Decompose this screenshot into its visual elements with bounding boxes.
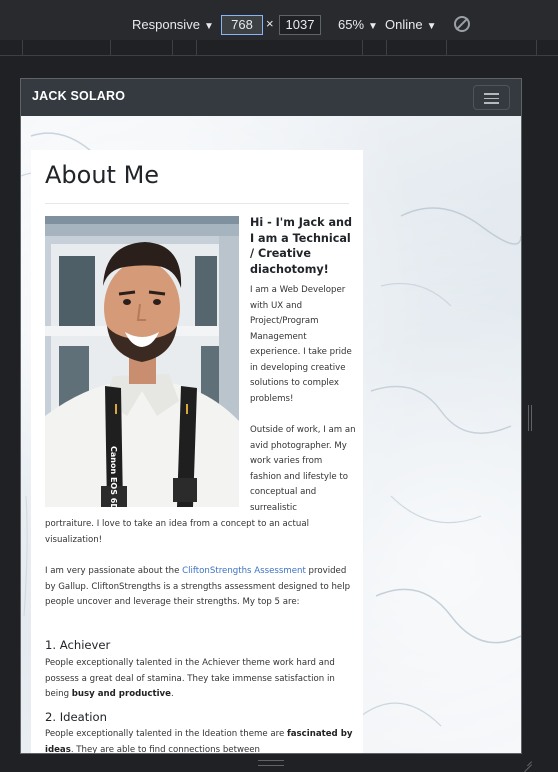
outside-work-paragraph: Outside of work, I am an avid photograph… — [250, 425, 356, 513]
rotate-icon[interactable] — [454, 16, 470, 32]
portrait-illustration: Canon EOS 6D — [45, 216, 239, 507]
device-select[interactable]: Responsive ▼ — [132, 15, 214, 37]
achiever-bold: busy and productive — [71, 689, 171, 699]
device-viewport: JACK SOLARO About Me Canon EOS 6D Hi - I… — [20, 78, 522, 754]
resize-handle-corner[interactable] — [522, 755, 534, 772]
strength-achiever-heading: 1. Achiever — [45, 638, 111, 652]
cliftonstrengths-link[interactable]: CliftonStrengths Assessment — [182, 566, 306, 576]
divider — [45, 203, 349, 204]
page-title: About Me — [45, 161, 160, 189]
outside-work-continued: portraiture. I love to take an idea from… — [45, 519, 309, 545]
chevron-down-icon: ▼ — [368, 21, 378, 32]
media-query-ruler[interactable] — [0, 40, 558, 56]
network-label: Online — [385, 17, 423, 32]
site-navbar: JACK SOLARO — [21, 79, 521, 116]
zoom-select[interactable]: 65% ▼ — [338, 15, 378, 37]
cliftonstrengths-paragraph: I am very passionate about the CliftonSt… — [45, 564, 355, 611]
cs-text-before: I am very passionate about the — [45, 566, 183, 576]
hamburger-line — [484, 97, 499, 99]
devtools-toolbar: Responsive ▼ 768 × 1037 65% ▼ Online ▼ — [0, 0, 558, 40]
strength-ideation-heading: 2. Ideation — [45, 710, 107, 724]
strength-ideation-text: People exceptionally talented in the Ide… — [45, 727, 355, 754]
menu-toggle-button[interactable] — [473, 85, 510, 110]
ideation-text-a: People exceptionally talented in the Ide… — [45, 729, 288, 739]
device-label: Responsive — [132, 17, 200, 32]
height-input[interactable]: 1037 — [279, 15, 321, 35]
greeting-heading: Hi - I'm Jack and I am a Technical / Cre… — [250, 216, 352, 276]
chevron-down-icon: ▼ — [203, 21, 214, 32]
ideation-text-b: . They are able to find connections betw… — [70, 744, 260, 754]
about-card: About Me Canon EOS 6D Hi - I'm Jack and … — [31, 150, 363, 754]
camera-strap-label: Canon EOS 6D — [109, 446, 118, 507]
width-input[interactable]: 768 — [221, 15, 263, 35]
dimension-separator: × — [266, 16, 274, 31]
resize-handle-bottom[interactable] — [258, 760, 284, 766]
profile-photo: Canon EOS 6D — [45, 216, 239, 507]
network-throttle-select[interactable]: Online ▼ — [385, 15, 436, 37]
chevron-down-icon: ▼ — [426, 21, 437, 32]
site-brand[interactable]: JACK SOLARO — [32, 89, 125, 103]
achiever-text-b: . — [170, 689, 174, 699]
zoom-label: 65% — [338, 17, 365, 32]
intro-paragraph: I am a Web Developer with UX and Project… — [250, 285, 352, 404]
strength-achiever-text: People exceptionally talented in the Ach… — [45, 656, 355, 703]
hamburger-icon — [484, 93, 499, 95]
resize-handle-right[interactable] — [528, 405, 532, 431]
hamburger-line — [484, 102, 499, 104]
